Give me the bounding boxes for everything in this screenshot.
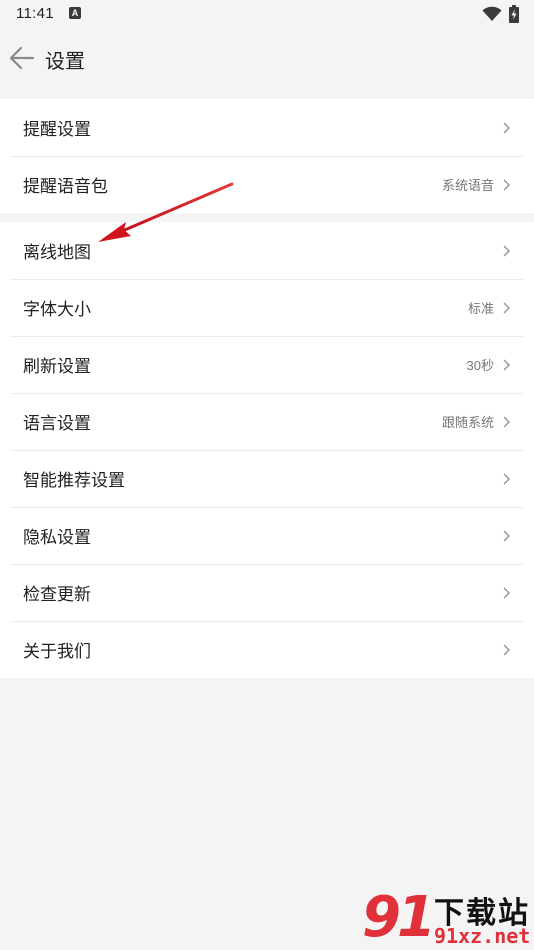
settings-item-value: 30秒 (466, 358, 494, 373)
settings-item-font-size[interactable]: 字体大小 标准 (0, 279, 534, 336)
settings-item-value: 标准 (467, 301, 494, 316)
settings-item-language[interactable]: 语言设置 跟随系统 (0, 393, 534, 450)
settings-item-label: 提醒语音包 (23, 177, 108, 196)
settings-item-label: 关于我们 (23, 642, 91, 661)
settings-group-general: 离线地图 字体大小 标准 刷新设置 30秒 语言设置 跟随系统 智能推荐设置 隐… (0, 222, 534, 678)
settings-item-privacy[interactable]: 隐私设置 (0, 507, 534, 564)
settings-item-reminder[interactable]: 提醒设置 (0, 99, 534, 156)
settings-item-label: 提醒设置 (23, 120, 91, 139)
chevron-right-icon (503, 359, 511, 371)
status-bar: 11:41 A (0, 0, 534, 28)
arrow-left-icon (9, 46, 35, 70)
a-badge-icon: A (69, 7, 81, 19)
chevron-right-icon (503, 245, 511, 257)
settings-group-reminders: 提醒设置 提醒语音包 系统语音 (0, 99, 534, 213)
wifi-icon (482, 6, 502, 21)
status-time: 11:41 (16, 5, 54, 22)
header: 设置 (0, 28, 534, 88)
settings-item-label: 检查更新 (23, 585, 91, 604)
settings-item-label: 隐私设置 (23, 528, 91, 547)
settings-item-label: 语言设置 (23, 414, 91, 433)
chevron-right-icon (503, 302, 511, 314)
watermark: 91 下载站 91xz.net (362, 886, 534, 950)
chevron-right-icon (503, 530, 511, 542)
settings-item-offline-map[interactable]: 离线地图 (0, 222, 534, 279)
page-title: 设置 (45, 51, 85, 73)
chevron-right-icon (503, 644, 511, 656)
settings-item-label: 智能推荐设置 (23, 471, 125, 490)
chevron-right-icon (503, 473, 511, 485)
settings-item-voice-pack[interactable]: 提醒语音包 系统语音 (0, 156, 534, 213)
battery-charging-icon (509, 5, 519, 23)
settings-item-value: 系统语音 (441, 178, 494, 193)
settings-item-refresh[interactable]: 刷新设置 30秒 (0, 336, 534, 393)
watermark-url: 91xz.net (434, 924, 531, 948)
back-button[interactable] (6, 42, 38, 74)
settings-item-label: 刷新设置 (23, 357, 91, 376)
settings-item-check-update[interactable]: 检查更新 (0, 564, 534, 621)
chevron-right-icon (503, 587, 511, 599)
settings-item-smart-recommend[interactable]: 智能推荐设置 (0, 450, 534, 507)
chevron-right-icon (503, 416, 511, 428)
settings-item-value: 跟随系统 (441, 415, 494, 430)
chevron-right-icon (503, 122, 511, 134)
chevron-right-icon (503, 179, 511, 191)
settings-item-label: 离线地图 (23, 243, 91, 262)
watermark-logo: 91 (362, 885, 436, 950)
settings-item-about[interactable]: 关于我们 (0, 621, 534, 678)
settings-item-label: 字体大小 (23, 300, 91, 319)
